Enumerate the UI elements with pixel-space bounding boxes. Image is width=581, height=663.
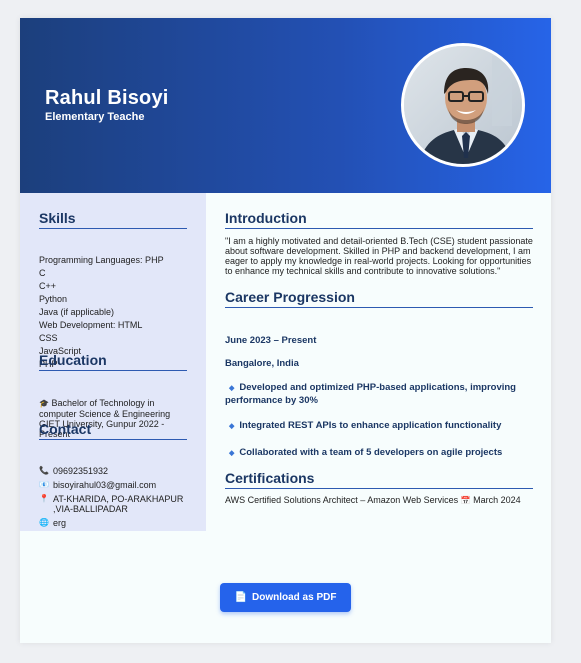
skill-item: Web Development: HTML	[39, 320, 143, 330]
phone-icon: 📞	[39, 466, 49, 475]
sidebar: Skills Programming Languages: PHP C C++ …	[20, 193, 206, 531]
globe-icon: 🌐	[39, 518, 49, 527]
contact-email: 📧 bisoyirahul03@gmail.com	[39, 480, 193, 490]
diamond-bullet-icon: ◆	[229, 450, 235, 457]
address-text: AT-KHARIDA, PO-ARAKHAPUR ,VIA-BALLIPADAR	[53, 494, 184, 514]
location-pin-icon: 📍	[39, 494, 49, 503]
website-text: erg	[53, 518, 67, 528]
introduction-text: "I am a highly motivated and detail-orie…	[225, 236, 533, 276]
skill-item: CSS	[39, 333, 58, 343]
resume-card: Rahul Bisoyi Elementary Teache Skills Pr…	[20, 18, 551, 643]
contact-phone: 📞 09692351932	[39, 466, 193, 476]
contact-list: 📞 09692351932 📧 bisoyirahul03@gmail.com 📍 A…	[39, 466, 193, 532]
diamond-bullet-icon: ◆	[229, 423, 235, 430]
career-bullet-text: Integrated REST APIs to enhance applicat…	[239, 420, 502, 431]
certifications-heading: Certifications	[225, 470, 533, 489]
career-bullet: ◆ Collaborated with a team of 5 developer…	[225, 447, 533, 460]
career-bullet-text: Developed and optimized PHP-based applic…	[225, 382, 516, 406]
calendar-icon: 📅	[460, 496, 471, 505]
certification-name: AWS Certified Solutions Architect – Amaz…	[225, 495, 459, 505]
skill-item: Programming Languages: PHP	[39, 255, 164, 265]
certification-entry: AWS Certified Solutions Architect – Amaz…	[225, 495, 521, 505]
skill-item: Java (if applicable)	[39, 307, 115, 317]
contact-website: 🌐 erg	[39, 518, 193, 528]
contact-address: 📍 AT-KHARIDA, PO-ARAKHAPUR ,VIA-BALLIPADA…	[39, 494, 193, 514]
document-icon: 📄	[234, 592, 247, 603]
email-icon: 📧	[39, 480, 49, 489]
skill-item: C	[39, 268, 46, 278]
skill-item: C++	[39, 281, 57, 291]
career-location: Bangalore, India	[225, 358, 299, 369]
contact-heading: Contact	[39, 421, 187, 440]
download-button-label: Download as PDF	[252, 592, 337, 603]
person-name: Rahul Bisoyi	[45, 87, 169, 109]
career-heading: Career Progression	[225, 289, 533, 308]
career-bullet: ◆ Developed and optimized PHP-based appli…	[225, 382, 533, 407]
profile-photo	[404, 46, 522, 164]
phone-text: 09692351932	[53, 466, 109, 476]
download-pdf-button[interactable]: 📄 Download as PDF	[220, 583, 351, 612]
introduction-heading: Introduction	[225, 210, 533, 229]
avatar	[401, 43, 525, 167]
career-bullet: ◆ Integrated REST APIs to enhance applica…	[225, 420, 533, 433]
graduation-cap-icon: 🎓	[39, 399, 49, 408]
career-period: June 2023 – Present	[225, 335, 317, 346]
skill-item: Python	[39, 294, 68, 304]
resume-header: Rahul Bisoyi Elementary Teache	[20, 18, 551, 193]
email-text: bisoyirahul03@gmail.com	[53, 480, 157, 490]
certification-date: March 2024	[473, 495, 521, 505]
diamond-bullet-icon: ◆	[229, 385, 235, 392]
career-bullet-text: Collaborated with a team of 5 developers…	[239, 447, 503, 458]
person-title: Elementary Teache	[45, 111, 145, 123]
education-heading: Education	[39, 352, 187, 371]
skills-heading: Skills	[39, 210, 187, 229]
